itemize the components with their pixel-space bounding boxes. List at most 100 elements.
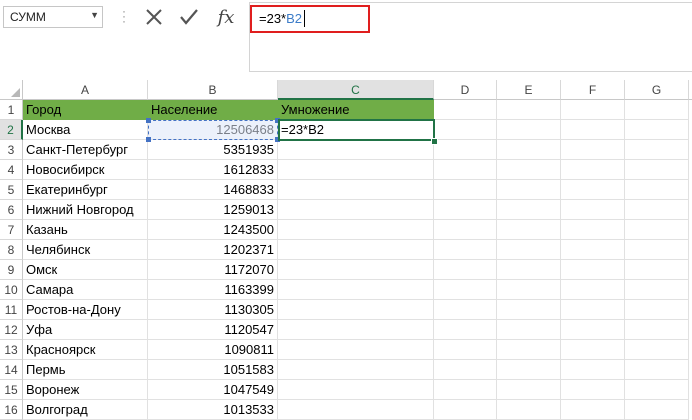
- cell-multiplication[interactable]: [278, 380, 434, 400]
- row-header[interactable]: 7: [0, 220, 23, 240]
- column-header-b[interactable]: B: [148, 80, 278, 100]
- formula-bar-grip-icon[interactable]: · · ·: [122, 5, 126, 27]
- cell[interactable]: [497, 100, 561, 120]
- cell[interactable]: [625, 340, 689, 360]
- enter-button[interactable]: [175, 4, 203, 30]
- cell[interactable]: [497, 200, 561, 220]
- row-header[interactable]: 3: [0, 140, 23, 160]
- row-header[interactable]: 10: [0, 280, 23, 300]
- cell-city[interactable]: Омск: [23, 260, 148, 280]
- cell-population[interactable]: 1047549: [148, 380, 278, 400]
- cell-city[interactable]: Воронеж: [23, 380, 148, 400]
- cell[interactable]: [561, 260, 625, 280]
- cell[interactable]: [434, 180, 497, 200]
- cell-city[interactable]: Москва: [23, 120, 148, 140]
- cell[interactable]: [561, 340, 625, 360]
- row-header[interactable]: 12: [0, 320, 23, 340]
- cell-population[interactable]: 1090811: [148, 340, 278, 360]
- cell-multiplication[interactable]: [278, 200, 434, 220]
- cell-population[interactable]: 1051583: [148, 360, 278, 380]
- row-header[interactable]: 9: [0, 260, 23, 280]
- cell[interactable]: [497, 140, 561, 160]
- cell-population[interactable]: 1130305: [148, 300, 278, 320]
- cell-multiplication[interactable]: [278, 240, 434, 260]
- cell[interactable]: [625, 180, 689, 200]
- cell-multiplication[interactable]: [278, 160, 434, 180]
- cell[interactable]: [434, 140, 497, 160]
- cell-city[interactable]: Уфа: [23, 320, 148, 340]
- cell[interactable]: [434, 360, 497, 380]
- cell-population[interactable]: 1013533: [148, 400, 278, 420]
- cell-multiplication[interactable]: [278, 280, 434, 300]
- cell[interactable]: [497, 400, 561, 420]
- cell[interactable]: [561, 400, 625, 420]
- cell-population[interactable]: 1259013: [148, 200, 278, 220]
- cell[interactable]: [625, 300, 689, 320]
- cell[interactable]: [625, 320, 689, 340]
- cell[interactable]: [434, 120, 497, 140]
- cell-city[interactable]: Казань: [23, 220, 148, 240]
- cell-population[interactable]: 1243500: [148, 220, 278, 240]
- cell[interactable]: [561, 200, 625, 220]
- cell-multiplication[interactable]: [278, 140, 434, 160]
- cancel-button[interactable]: [140, 4, 168, 30]
- cell[interactable]: [497, 340, 561, 360]
- cell-city[interactable]: Санкт-Петербург: [23, 140, 148, 160]
- cell-population[interactable]: 1163399: [148, 280, 278, 300]
- cell[interactable]: [561, 220, 625, 240]
- cell-multiplication[interactable]: [278, 320, 434, 340]
- row-header[interactable]: 14: [0, 360, 23, 380]
- cell[interactable]: [625, 140, 689, 160]
- cell[interactable]: [434, 400, 497, 420]
- cell[interactable]: [561, 280, 625, 300]
- cell[interactable]: [625, 360, 689, 380]
- cell[interactable]: [625, 120, 689, 140]
- cell[interactable]: [625, 200, 689, 220]
- cell-multiplication[interactable]: [278, 360, 434, 380]
- cell[interactable]: [625, 240, 689, 260]
- cell[interactable]: [434, 280, 497, 300]
- cell-city[interactable]: Пермь: [23, 360, 148, 380]
- cell[interactable]: [497, 260, 561, 280]
- cell-city[interactable]: Челябинск: [23, 240, 148, 260]
- cell[interactable]: [561, 320, 625, 340]
- column-header-a[interactable]: A: [23, 80, 148, 100]
- cell[interactable]: [434, 340, 497, 360]
- cell[interactable]: [561, 300, 625, 320]
- cell[interactable]: [561, 160, 625, 180]
- cell[interactable]: [497, 380, 561, 400]
- cell[interactable]: [625, 100, 689, 120]
- cell-city[interactable]: Нижний Новгород: [23, 200, 148, 220]
- column-header-e[interactable]: E: [497, 80, 561, 100]
- cell-multiplication[interactable]: [278, 400, 434, 420]
- header-cell-multiplication[interactable]: Умножение: [278, 100, 434, 120]
- row-header[interactable]: 15: [0, 380, 23, 400]
- cell[interactable]: [625, 260, 689, 280]
- cell[interactable]: [561, 240, 625, 260]
- row-header[interactable]: 1: [0, 100, 23, 120]
- cell[interactable]: [497, 240, 561, 260]
- cell[interactable]: [561, 360, 625, 380]
- cell-multiplication[interactable]: [278, 260, 434, 280]
- column-header-c[interactable]: C: [278, 80, 434, 100]
- cell[interactable]: [434, 220, 497, 240]
- cell-city[interactable]: Новосибирск: [23, 160, 148, 180]
- cell[interactable]: [434, 320, 497, 340]
- row-header[interactable]: 16: [0, 400, 23, 420]
- cell-multiplication[interactable]: [278, 340, 434, 360]
- cell[interactable]: [434, 240, 497, 260]
- cell[interactable]: [497, 220, 561, 240]
- row-header[interactable]: 5: [0, 180, 23, 200]
- cell[interactable]: [434, 100, 497, 120]
- cell[interactable]: [497, 320, 561, 340]
- cell[interactable]: [497, 360, 561, 380]
- column-header-f[interactable]: F: [561, 80, 625, 100]
- cell-multiplication[interactable]: =23*B2: [278, 120, 434, 140]
- cell-population[interactable]: 1612833: [148, 160, 278, 180]
- row-header[interactable]: 11: [0, 300, 23, 320]
- header-cell-population[interactable]: Население: [148, 100, 278, 120]
- cell[interactable]: [625, 400, 689, 420]
- cell-city[interactable]: Волгоград: [23, 400, 148, 420]
- cell[interactable]: [497, 300, 561, 320]
- cell[interactable]: [561, 380, 625, 400]
